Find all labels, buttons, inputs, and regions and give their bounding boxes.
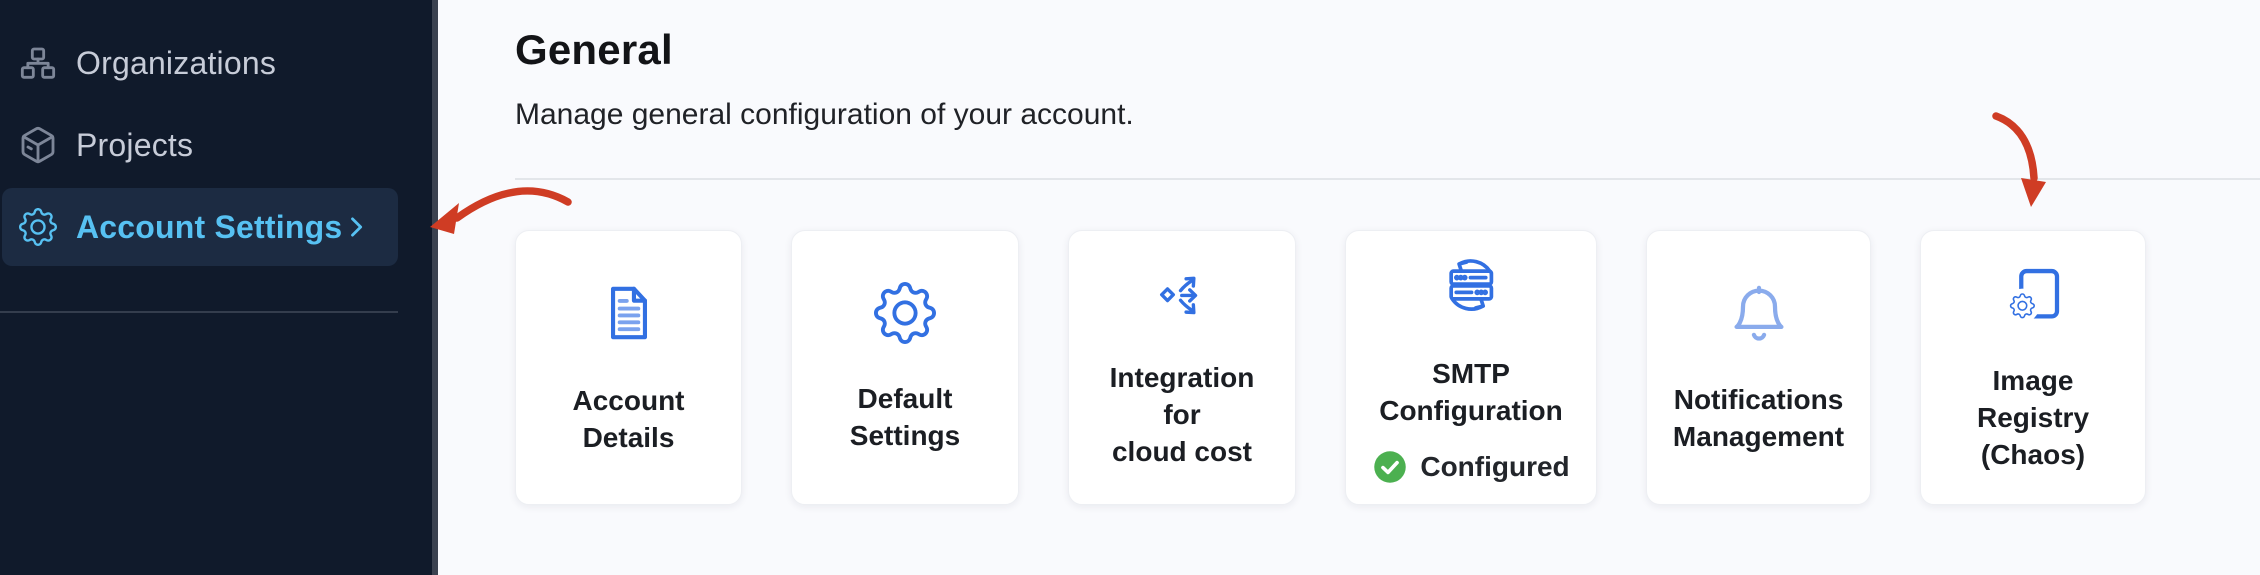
content-divider <box>515 178 2260 180</box>
card-label: Integration for cloud cost <box>1110 359 1255 470</box>
card-label: Account Details <box>573 382 685 456</box>
check-circle-icon <box>1372 449 1408 485</box>
document-icon <box>596 280 662 346</box>
card-label: Notifications Management <box>1673 381 1844 455</box>
card-integration-cloud-cost[interactable]: Integration for cloud cost <box>1068 230 1296 505</box>
sidebar-item-label: Account Settings <box>76 209 342 246</box>
card-label: Image Registry (Chaos) <box>1977 362 2089 473</box>
app-root: Organizations Projects Account Se <box>0 0 2260 575</box>
sidebar-item-label: Projects <box>76 127 193 164</box>
sidebar-divider <box>0 311 398 313</box>
gear-icon <box>18 207 58 247</box>
sidebar-item-projects[interactable]: Projects <box>2 106 398 184</box>
branch-arrows-icon <box>1153 265 1211 323</box>
card-notifications-management[interactable]: Notifications Management <box>1646 230 1871 505</box>
card-label: SMTP Configuration <box>1379 355 1563 429</box>
chevron-right-icon <box>342 213 370 241</box>
cube-icon <box>18 125 58 165</box>
card-account-details[interactable]: Account Details <box>515 230 742 505</box>
card-label: Default Settings <box>850 380 960 454</box>
settings-card-grid: Account Details Default Settings <box>515 230 2260 505</box>
card-default-settings[interactable]: Default Settings <box>791 230 1019 505</box>
sidebar-nav: Organizations Projects Account Se <box>0 0 432 266</box>
sidebar-item-organizations[interactable]: Organizations <box>2 24 398 102</box>
sidebar-item-account-settings[interactable]: Account Settings <box>2 188 398 266</box>
badge-label: Configured <box>1420 451 1569 483</box>
server-sync-icon <box>1437 251 1505 319</box>
sidebar: Organizations Projects Account Se <box>0 0 432 575</box>
card-smtp-configuration[interactable]: SMTP Configuration Configured <box>1345 230 1597 505</box>
sidebar-item-label: Organizations <box>76 45 276 82</box>
gear-icon <box>874 282 936 344</box>
registry-gear-icon <box>2001 262 2065 326</box>
bell-icon <box>1727 281 1791 345</box>
card-image-registry-chaos[interactable]: Image Registry (Chaos) <box>1920 230 2146 505</box>
main-content: General Manage general configuration of … <box>438 0 2260 575</box>
org-chart-icon <box>18 43 58 83</box>
page-title: General <box>515 26 2260 74</box>
smtp-configured-badge: Configured <box>1372 449 1569 485</box>
page-subtitle: Manage general configuration of your acc… <box>515 98 2260 132</box>
